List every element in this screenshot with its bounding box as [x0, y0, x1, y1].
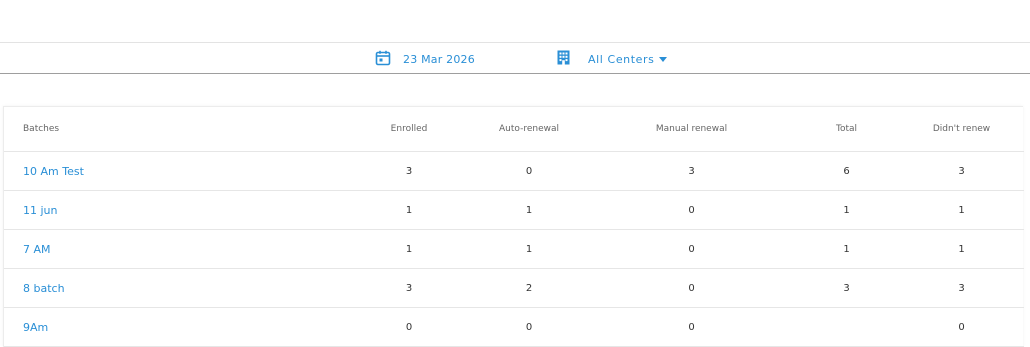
didnt-renew-cell: 0 — [899, 307, 1024, 347]
batch-link[interactable]: 10 Am Test — [4, 151, 349, 191]
enrolled-cell: 1 — [349, 190, 469, 230]
auto-renewal-cell: 0 — [469, 151, 589, 191]
batch-link[interactable]: 9Am — [4, 307, 349, 347]
didnt-renew-cell: 3 — [899, 268, 1024, 308]
enrolled-cell: 3 — [349, 151, 469, 191]
center-value: All Centers — [588, 52, 655, 66]
table-header-row: Batches Enrolled Auto-renewal Manual ren… — [4, 107, 1024, 152]
table-row: 11 jun 1 1 0 1 1 — [4, 190, 1024, 230]
table-row: 10 Am Test 3 0 3 6 3 — [4, 151, 1024, 191]
didnt-renew-cell: 3 — [899, 151, 1024, 191]
header-manual-renewal: Manual renewal — [589, 107, 794, 152]
date-filter[interactable]: 23 Mar 2026 — [375, 49, 475, 69]
caret-down-icon — [658, 57, 667, 62]
total-cell: 1 — [794, 190, 899, 230]
total-cell: 1 — [794, 229, 899, 269]
manual-renewal-cell: 3 — [589, 151, 794, 191]
total-cell — [794, 307, 899, 347]
didnt-renew-cell: 1 — [899, 190, 1024, 230]
auto-renewal-cell: 1 — [469, 229, 589, 269]
filter-bar: 23 Mar 2026 All Centers — [0, 42, 1030, 74]
didnt-renew-cell: 1 — [899, 229, 1024, 269]
header-didnt-renew: Didn't renew — [899, 107, 1024, 152]
table-row: 7 AM 1 1 0 1 1 — [4, 229, 1024, 269]
enrolled-cell: 0 — [349, 307, 469, 347]
header-enrolled: Enrolled — [349, 107, 469, 152]
total-cell: 3 — [794, 268, 899, 308]
total-cell: 6 — [794, 151, 899, 191]
calendar-icon — [375, 50, 391, 69]
renewal-table: Batches Enrolled Auto-renewal Manual ren… — [4, 107, 1024, 347]
batch-link[interactable]: 11 jun — [4, 190, 349, 230]
batch-link[interactable]: 7 AM — [4, 229, 349, 269]
header-total: Total — [794, 107, 899, 152]
manual-renewal-cell: 0 — [589, 190, 794, 230]
renewal-table-card: Batches Enrolled Auto-renewal Manual ren… — [3, 106, 1024, 347]
header-auto-renewal: Auto-renewal — [469, 107, 589, 152]
manual-renewal-cell: 0 — [589, 307, 794, 347]
auto-renewal-cell: 2 — [469, 268, 589, 308]
auto-renewal-cell: 1 — [469, 190, 589, 230]
enrolled-cell: 1 — [349, 229, 469, 269]
table-row: 8 batch 3 2 0 3 3 — [4, 268, 1024, 308]
date-value: 23 Mar 2026 — [403, 52, 475, 66]
building-icon — [557, 50, 570, 68]
header-batches: Batches — [4, 107, 349, 152]
manual-renewal-cell: 0 — [589, 268, 794, 308]
center-filter[interactable]: All Centers — [557, 49, 667, 69]
table-row: 9Am 0 0 0 0 — [4, 307, 1024, 347]
enrolled-cell: 3 — [349, 268, 469, 308]
manual-renewal-cell: 0 — [589, 229, 794, 269]
auto-renewal-cell: 0 — [469, 307, 589, 347]
batch-link[interactable]: 8 batch — [4, 268, 349, 308]
